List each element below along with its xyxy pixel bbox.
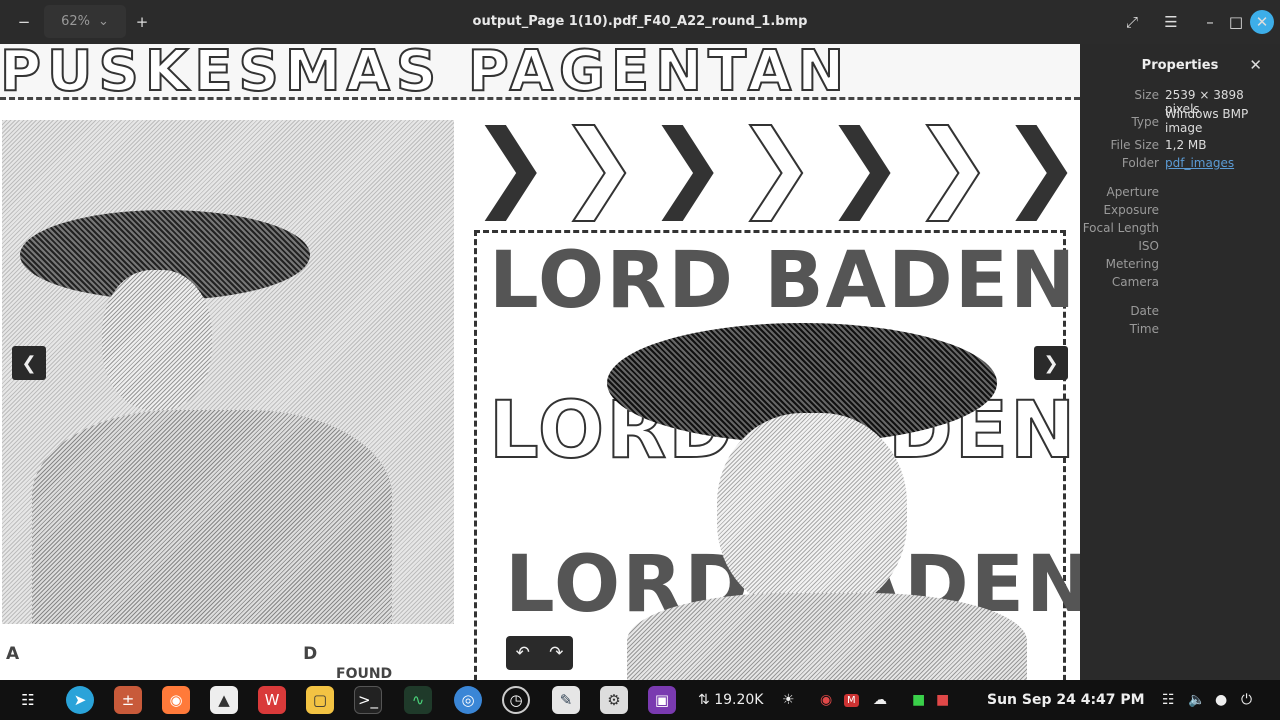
footer-letter: D bbox=[303, 644, 318, 664]
rotate-right-icon[interactable]: ↷ bbox=[549, 643, 563, 663]
lock-icon[interactable]: ■ bbox=[912, 692, 925, 708]
property-value bbox=[1165, 239, 1275, 253]
property-key: Type bbox=[1131, 115, 1159, 129]
clock-app-icon[interactable]: ◷ bbox=[502, 686, 530, 714]
property-row: Exposure bbox=[1080, 203, 1280, 217]
inkscape-icon[interactable]: ▲ bbox=[210, 686, 238, 714]
cloud-icon[interactable]: ☁ bbox=[873, 692, 887, 708]
footer-fragment: A D FOUND IT bbox=[6, 644, 392, 680]
banner-text: PUSKESMAS PAGENTAN bbox=[0, 44, 1080, 101]
image-canvas[interactable]: PUSKESMAS PAGENTAN ❯ ❯ ❯ ❯ ❯ ❯ ❯ LORD BA… bbox=[0, 44, 1080, 680]
maximize-button[interactable]: □ bbox=[1222, 8, 1250, 36]
property-key: Focal Length bbox=[1082, 221, 1159, 235]
property-value bbox=[1165, 275, 1275, 289]
chevron-icon: ❯ bbox=[1000, 109, 1080, 221]
body-shape bbox=[32, 410, 392, 624]
brightness-icon[interactable]: ☀ bbox=[782, 692, 795, 708]
property-value bbox=[1165, 221, 1275, 235]
taskbar: ☷ ➤ ± ◉ ▲ W ▢ >_ ∿ ◎ ◷ ✎ ⚙ ▣ ⇅ 19.20K ☀ … bbox=[0, 680, 1280, 720]
property-key: File Size bbox=[1110, 138, 1159, 152]
flag-icon[interactable]: ■ bbox=[936, 692, 949, 708]
minimize-button[interactable]: – bbox=[1196, 8, 1224, 36]
portrait-left bbox=[2, 120, 454, 624]
chevron-icon: ❯ bbox=[823, 109, 905, 221]
property-key: Time bbox=[1129, 322, 1159, 336]
property-row: Aperture bbox=[1080, 185, 1280, 199]
property-value bbox=[1165, 304, 1275, 318]
chevron-icon: ❯ bbox=[911, 109, 993, 221]
fullscreen-icon[interactable]: ⤢ bbox=[1118, 8, 1146, 36]
property-value bbox=[1165, 185, 1275, 199]
browser-icon[interactable]: ◎ bbox=[454, 686, 482, 714]
firefox-icon[interactable]: ◉ bbox=[162, 686, 190, 714]
property-row: Folder pdf_images bbox=[1080, 156, 1280, 170]
terminal-icon[interactable]: >_ bbox=[354, 686, 382, 714]
network-speed-value: 19.20K bbox=[714, 692, 764, 708]
property-key: Date bbox=[1130, 304, 1159, 318]
app-grid-icon[interactable]: ☷ bbox=[14, 686, 42, 714]
property-key: Aperture bbox=[1106, 185, 1159, 199]
close-icon[interactable]: ✕ bbox=[1249, 56, 1262, 74]
chevron-icon: ❯ bbox=[557, 109, 639, 221]
property-row: File Size 1,2 MB bbox=[1080, 138, 1280, 152]
title-bar: − 62% ⌄ + output_Page 1(10).pdf_F40_A22_… bbox=[0, 0, 1280, 44]
property-value bbox=[1165, 322, 1275, 336]
property-row: ISO bbox=[1080, 239, 1280, 253]
clock[interactable]: Sun Sep 24 4:47 PM bbox=[987, 692, 1145, 708]
face-shape bbox=[102, 270, 212, 410]
poster-frame: LORD BADEN LORD BADEN LORD BADEN bbox=[474, 230, 1080, 680]
footer-text: FOUND IT bbox=[336, 666, 393, 680]
python-icon[interactable]: ✎ bbox=[552, 686, 580, 714]
footer-letter: A bbox=[6, 644, 20, 664]
property-row: Metering bbox=[1080, 257, 1280, 271]
rotate-left-icon[interactable]: ↶ bbox=[516, 643, 530, 663]
property-row: Type Windows BMP image bbox=[1080, 107, 1280, 135]
folder-link[interactable]: pdf_images bbox=[1165, 156, 1275, 170]
property-value: Windows BMP image bbox=[1165, 107, 1249, 135]
properties-panel: Properties ✕ Size 2539 × 3898 pixels Typ… bbox=[1080, 44, 1280, 680]
property-key: Folder bbox=[1121, 156, 1159, 170]
telegram-icon[interactable]: ➤ bbox=[66, 686, 94, 714]
property-row: Camera bbox=[1080, 275, 1280, 289]
previous-image-button[interactable]: ❮ bbox=[12, 346, 46, 380]
body-shape bbox=[627, 593, 1027, 680]
property-value bbox=[1165, 203, 1275, 217]
close-button[interactable]: ✕ bbox=[1250, 10, 1274, 34]
property-value: 1,2 MB bbox=[1165, 138, 1207, 152]
volume-icon[interactable]: 🔈 bbox=[1188, 692, 1205, 708]
property-row: Focal Length bbox=[1080, 221, 1280, 235]
microphone-icon[interactable]: ● bbox=[1215, 692, 1227, 708]
property-key: Exposure bbox=[1103, 203, 1159, 217]
face-shape bbox=[717, 413, 907, 613]
next-image-button[interactable]: ❯ bbox=[1034, 346, 1068, 380]
property-key: ISO bbox=[1138, 239, 1159, 253]
property-row: Time bbox=[1080, 322, 1280, 336]
network-speed: ⇅ 19.20K bbox=[698, 692, 763, 708]
mail-icon[interactable]: M bbox=[844, 694, 859, 707]
calculator-icon[interactable]: ± bbox=[114, 686, 142, 714]
property-row: Date bbox=[1080, 304, 1280, 318]
window-title: output_Page 1(10).pdf_F40_A22_round_1.bm… bbox=[472, 14, 808, 29]
chevron-row: ❯ ❯ ❯ ❯ ❯ ❯ ❯ bbox=[470, 109, 1080, 221]
chevron-icon: ❯ bbox=[734, 109, 816, 221]
system-monitor-icon[interactable]: ∿ bbox=[404, 686, 432, 714]
property-value bbox=[1165, 257, 1275, 271]
updown-icon: ⇅ bbox=[698, 692, 710, 708]
rotate-toolbar: ↶ ↷ bbox=[506, 636, 573, 670]
record-icon[interactable]: ◉ bbox=[820, 692, 832, 708]
property-key: Camera bbox=[1111, 275, 1159, 289]
property-key: Metering bbox=[1105, 257, 1159, 271]
network-icon[interactable]: ☷ bbox=[1162, 692, 1175, 708]
chevron-icon: ❯ bbox=[646, 109, 728, 221]
chevron-icon: ❯ bbox=[470, 109, 551, 221]
folder-icon[interactable]: ▢ bbox=[306, 686, 334, 714]
power-icon[interactable]: ⏻ bbox=[1241, 692, 1252, 708]
wps-icon[interactable]: W bbox=[258, 686, 286, 714]
poster-text-1: LORD BADEN bbox=[489, 236, 1078, 326]
settings-icon[interactable]: ⚙ bbox=[600, 686, 628, 714]
image-viewer-icon[interactable]: ▣ bbox=[648, 686, 676, 714]
menu-icon[interactable]: ☰ bbox=[1157, 8, 1185, 36]
